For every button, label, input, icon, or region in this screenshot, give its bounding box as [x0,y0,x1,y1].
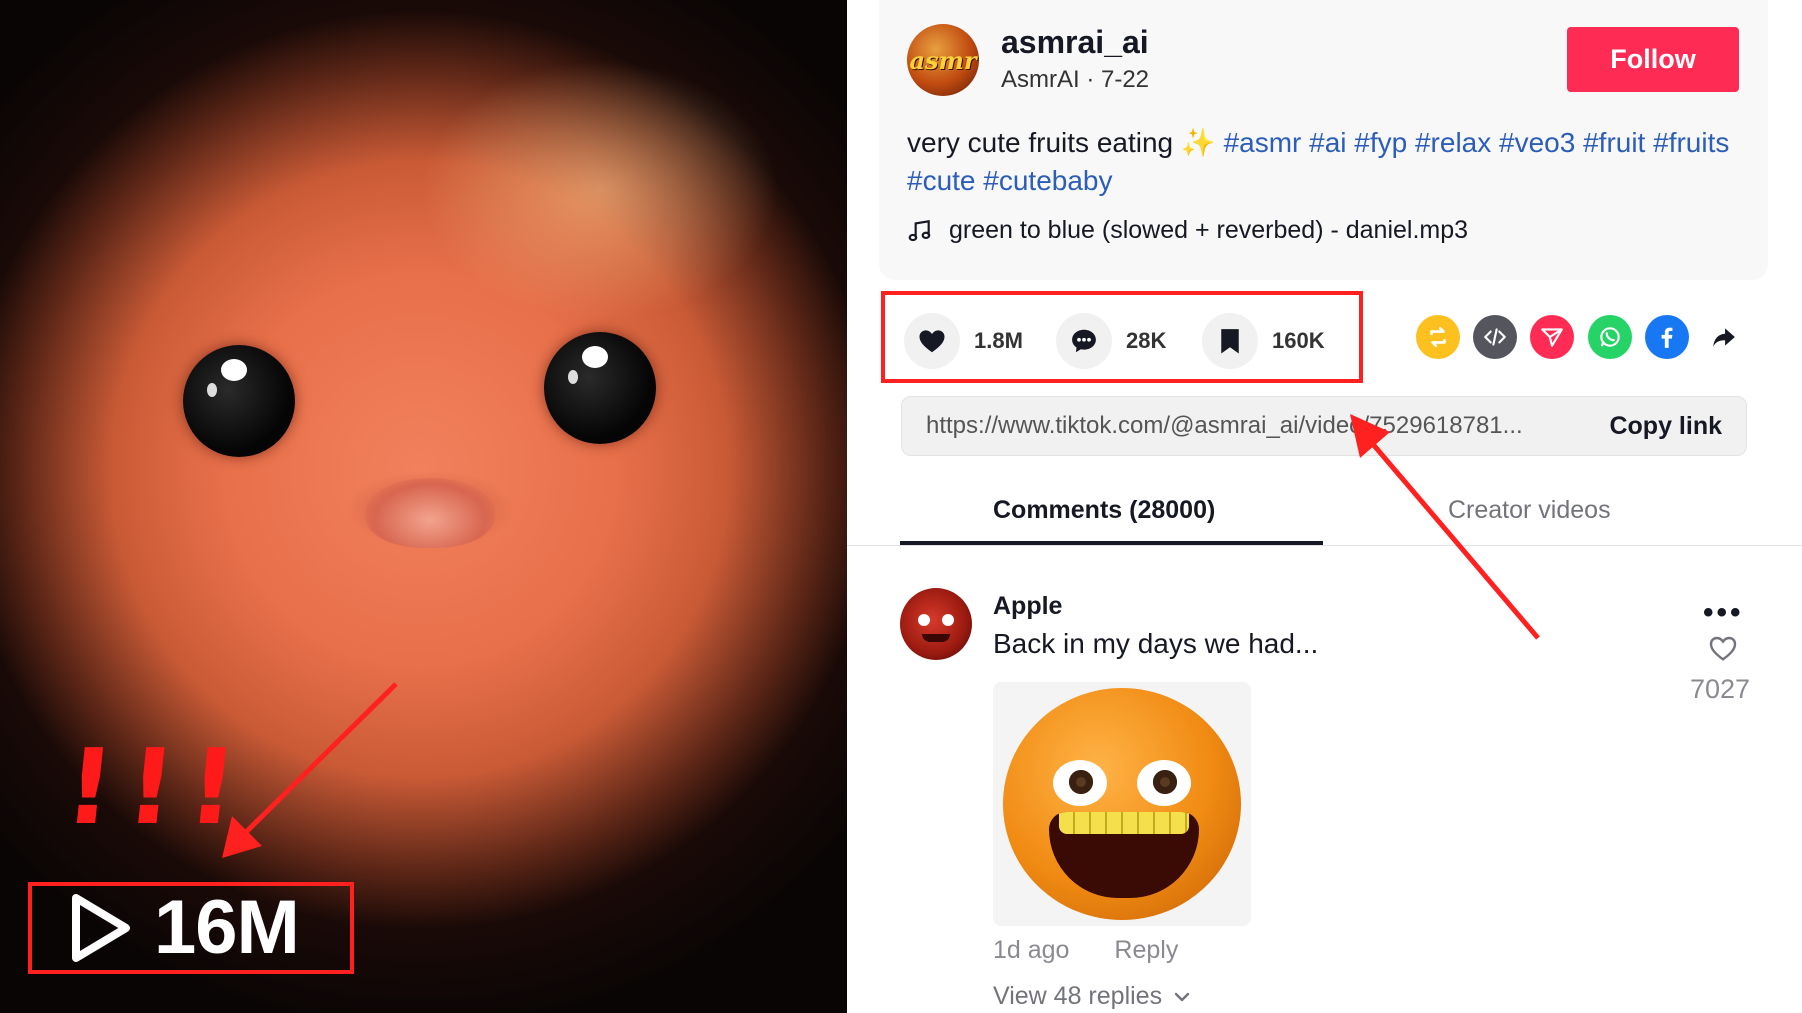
chevron-down-icon [1174,992,1190,1001]
comment-text: Back in my days we had... [993,628,1319,659]
whatsapp-icon[interactable] [1588,315,1632,359]
save-action[interactable]: 160K [1202,313,1325,369]
view-replies-label: View 48 replies [993,982,1163,1010]
more-options-icon[interactable]: ••• [1703,598,1744,628]
follow-button[interactable]: Follow [1567,27,1739,92]
orange-right-eye [1137,760,1191,806]
orange-mouth [1049,812,1199,898]
copy-link-button[interactable]: Copy link [1609,412,1722,441]
video-player[interactable]: !!! 16M [0,0,847,1013]
video-info-card: asmr asmrai_ai AsmrAI · 7-22 Follow very… [879,0,1768,280]
peach-left-eye [183,345,295,457]
play-icon [72,894,130,962]
author-avatar[interactable]: asmr [907,24,979,96]
share-link-bar: https://www.tiktok.com/@asmrai_ai/video/… [901,396,1747,456]
like-action[interactable]: 1.8M [904,313,1023,369]
video-caption: very cute fruits eating ✨ #asmr #ai #fyp… [907,124,1747,200]
orange-sticker [1003,688,1241,920]
embed-icon[interactable] [1473,315,1517,359]
save-button[interactable] [1202,313,1258,369]
bookmark-icon [1221,329,1239,354]
comment-action[interactable]: 28K [1056,313,1166,369]
view-replies-button[interactable]: View 48 replies [993,982,1192,1011]
like-button[interactable] [904,313,960,369]
avatar-logo-text: asmr [909,45,977,75]
annotation-exclamation: !!! [59,726,257,848]
comment-meta: 1d ago Reply [993,936,1178,965]
view-count: 16M [154,885,300,970]
share-arrow-icon[interactable] [1702,315,1746,359]
author-username[interactable]: asmrai_ai [1001,24,1149,61]
comment-image[interactable] [993,682,1251,926]
comment-tabs: Comments (28000) Creator videos [847,482,1802,546]
commenter-avatar[interactable] [900,588,972,660]
comment-time: 1d ago [993,936,1070,964]
tab-comments[interactable]: Comments (28000) [993,496,1215,525]
peach-mouth [365,478,495,548]
music-track: green to blue (slowed + reverbed) - dani… [949,216,1469,244]
comment-like-count: 7027 [1690,674,1751,704]
caption-text: very cute fruits eating [907,127,1174,158]
orange-left-eye [1053,760,1107,806]
peach-highlight [420,60,780,320]
like-count: 1.8M [974,328,1023,353]
sparkle-icon: ✨ [1180,127,1216,158]
view-count-badge: 16M [28,882,354,974]
author-subline: AsmrAI · 7-22 [1001,66,1150,93]
tab-creator-videos[interactable]: Creator videos [1448,496,1611,525]
heart-icon [919,330,945,353]
active-tab-indicator [900,541,1323,545]
comment-bubble-icon [1072,329,1096,353]
comment-count: 28K [1126,328,1167,353]
send-icon[interactable] [1530,315,1574,359]
commenter-name[interactable]: Apple [993,592,1062,621]
save-count: 160K [1272,328,1325,353]
heart-outline-icon[interactable] [1706,632,1740,664]
repost-icon[interactable] [1416,315,1460,359]
music-row[interactable]: green to blue (slowed + reverbed) - dani… [907,216,1468,245]
video-url[interactable]: https://www.tiktok.com/@asmrai_ai/video/… [926,412,1585,440]
music-note-icon [908,219,931,241]
peach-right-eye [544,332,656,444]
facebook-icon[interactable] [1645,315,1689,359]
reply-button[interactable]: Reply [1114,936,1178,964]
comment-button[interactable] [1056,313,1112,369]
